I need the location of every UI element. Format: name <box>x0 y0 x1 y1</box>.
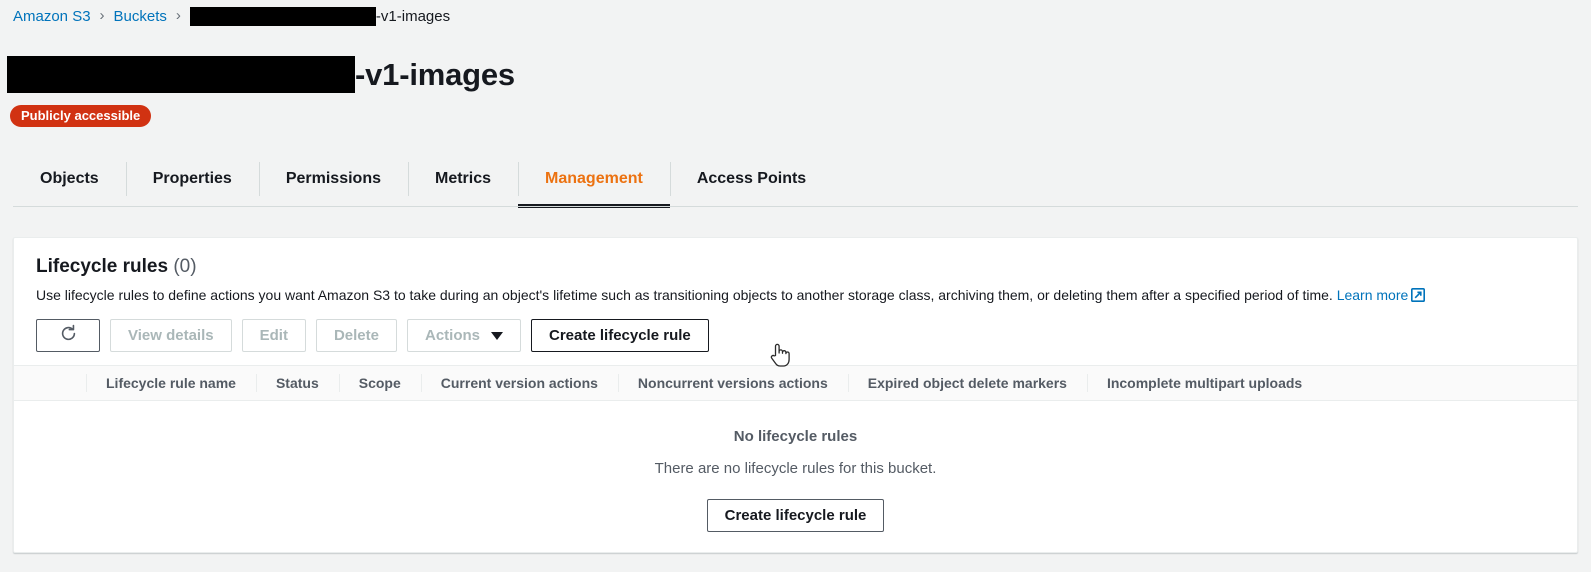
external-link-icon <box>1411 288 1426 306</box>
lifecycle-toolbar: View details Edit Delete Actions Create … <box>14 306 1577 365</box>
refresh-button[interactable] <box>36 319 100 352</box>
breadcrumb-bucket-suffix: -v1-images <box>375 7 451 25</box>
delete-button[interactable]: Delete <box>315 319 397 352</box>
column-header-status[interactable]: Status <box>255 366 339 400</box>
breadcrumb-separator-icon: › <box>175 6 181 24</box>
empty-state: No lifecycle rules There are no lifecycl… <box>14 401 1577 532</box>
learn-more-label: Learn more <box>1336 287 1409 303</box>
card-title-count: (0) <box>173 256 197 277</box>
column-header-current-version-actions[interactable]: Current version actions <box>420 366 618 400</box>
card-header: Lifecycle rules (0) Use lifecycle rules … <box>14 238 1577 306</box>
column-header-noncurrent-versions-actions[interactable]: Noncurrent versions actions <box>617 366 848 400</box>
edit-button[interactable]: Edit <box>241 319 306 352</box>
breadcrumb-item-amazon-s3[interactable]: Amazon S3 <box>13 8 91 25</box>
view-details-button[interactable]: View details <box>110 319 232 352</box>
redaction-bar <box>7 56 355 93</box>
card-description: Use lifecycle rules to define actions yo… <box>36 286 1555 306</box>
breadcrumb-item-buckets[interactable]: Buckets <box>114 8 167 25</box>
tab-bar: Objects Properties Permissions Metrics M… <box>13 155 1578 208</box>
column-header-incomplete-multipart-uploads[interactable]: Incomplete multipart uploads <box>1086 366 1322 400</box>
card-description-text: Use lifecycle rules to define actions yo… <box>36 287 1333 303</box>
column-header-expired-object-delete-markers[interactable]: Expired object delete markers <box>847 366 1087 400</box>
column-header-lifecycle-rule-name[interactable]: Lifecycle rule name <box>86 366 256 400</box>
page-title: -v1-images <box>7 56 515 93</box>
lifecycle-table-header: Lifecycle rule name Status Scope Current… <box>14 365 1577 401</box>
redaction-bar <box>189 6 376 26</box>
card-title: Lifecycle rules (0) <box>36 256 1555 278</box>
actions-dropdown-button[interactable]: Actions <box>406 319 521 352</box>
tab-permissions[interactable]: Permissions <box>258 155 408 203</box>
table-header-spacer <box>14 366 86 400</box>
page-title-suffix: -v1-images <box>355 56 515 92</box>
breadcrumb-separator-icon: › <box>99 6 105 24</box>
tab-metrics[interactable]: Metrics <box>407 155 518 203</box>
tab-bar-divider <box>13 206 1578 207</box>
actions-label: Actions <box>424 327 480 344</box>
tab-objects[interactable]: Objects <box>13 155 126 203</box>
refresh-icon <box>59 324 78 347</box>
status-badge-publicly-accessible: Publicly accessible <box>10 105 152 127</box>
breadcrumb-item-bucket: -v1-images <box>189 6 451 26</box>
lifecycle-rules-card: Lifecycle rules (0) Use lifecycle rules … <box>13 237 1578 553</box>
tab-management[interactable]: Management <box>518 155 670 208</box>
s3-bucket-management-page: Amazon S3 › Buckets › -v1-images -v1-ima… <box>0 0 1591 572</box>
tab-properties[interactable]: Properties <box>125 155 259 203</box>
card-title-text: Lifecycle rules <box>36 256 169 277</box>
tab-access-points[interactable]: Access Points <box>669 155 833 203</box>
empty-state-title: No lifecycle rules <box>733 428 858 445</box>
column-header-scope[interactable]: Scope <box>338 366 421 400</box>
breadcrumb: Amazon S3 › Buckets › -v1-images <box>13 4 450 28</box>
learn-more-link[interactable]: Learn more <box>1337 287 1426 303</box>
chevron-down-icon <box>491 331 503 340</box>
empty-state-create-lifecycle-rule-button[interactable]: Create lifecycle rule <box>706 499 885 532</box>
create-lifecycle-rule-button[interactable]: Create lifecycle rule <box>531 319 709 352</box>
empty-state-subtitle: There are no lifecycle rules for this bu… <box>654 460 937 477</box>
